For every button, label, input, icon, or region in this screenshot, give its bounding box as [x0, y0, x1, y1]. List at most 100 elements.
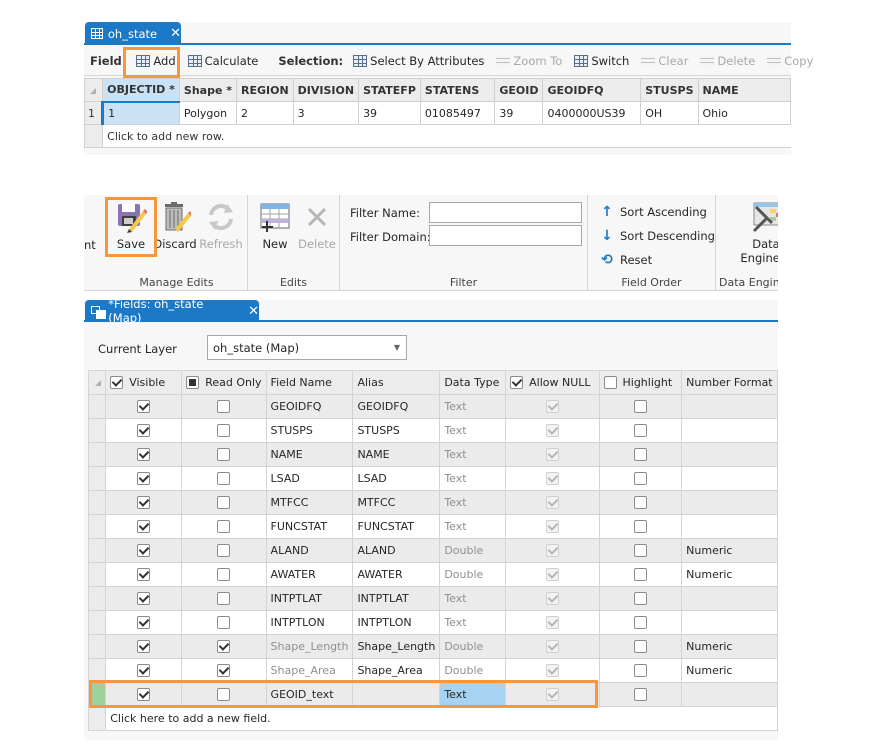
visible-cell[interactable] — [105, 586, 183, 611]
row-header[interactable] — [87, 442, 107, 467]
field-row[interactable]: FUNCSTAT FUNCSTAT Text — [87, 514, 778, 539]
read-only-cell[interactable] — [181, 490, 267, 515]
field-row[interactable]: INTPTLAT INTPTLAT Text — [87, 586, 778, 611]
field-row[interactable]: GEOID_text Text — [87, 682, 778, 707]
visible-all-checkbox[interactable] — [110, 376, 124, 389]
table-cell[interactable]: 39 — [494, 101, 544, 125]
allow-null-cell[interactable] — [505, 466, 600, 491]
field-name-cell[interactable]: ALAND — [265, 538, 354, 563]
tab-fields-oh-state[interactable]: *Fields: oh_state (Map) ✕ — [85, 297, 259, 325]
switch-selection-button[interactable]: Switch — [570, 50, 633, 72]
allow-null-cell[interactable] — [505, 682, 600, 707]
close-icon[interactable]: ✕ — [248, 304, 259, 319]
read-only-all-checkbox[interactable] — [186, 376, 200, 389]
highlight-cell[interactable] — [598, 418, 683, 443]
highlight-cell[interactable] — [598, 658, 683, 683]
highlight-checkbox[interactable] — [633, 664, 647, 678]
visible-cell[interactable] — [105, 682, 183, 707]
column-header[interactable]: Shape * — [178, 78, 237, 102]
column-header-data-type[interactable]: Data Type — [439, 370, 507, 395]
row-header[interactable] — [87, 466, 107, 491]
read-only-cell[interactable] — [181, 586, 267, 611]
field-row[interactable]: MTFCC MTFCC Text — [87, 490, 778, 515]
read-only-checkbox[interactable] — [217, 400, 231, 414]
read-only-checkbox[interactable] — [217, 568, 231, 582]
field-name-cell[interactable]: GEOID_text — [265, 682, 354, 707]
row-header[interactable] — [87, 514, 107, 539]
tab-oh-state[interactable]: oh_state ✕ — [85, 22, 181, 45]
visible-checkbox[interactable] — [137, 688, 151, 702]
zoom-to-button[interactable]: Zoom To — [492, 50, 566, 72]
visible-cell[interactable] — [105, 538, 183, 563]
number-format-cell[interactable]: Numeric — [681, 634, 778, 659]
allow-null-cell[interactable] — [505, 442, 600, 467]
highlight-checkbox[interactable] — [633, 568, 647, 582]
field-name-cell[interactable]: Shape_Length — [265, 634, 354, 659]
row-header[interactable] — [87, 538, 107, 563]
alias-cell[interactable]: INTPTLAT — [352, 586, 441, 611]
column-header-read-only[interactable]: Read Only — [181, 370, 267, 395]
column-header-number-format[interactable]: Number Format — [681, 370, 778, 395]
filter-domain-input[interactable] — [429, 225, 582, 246]
data-type-cell[interactable]: Text — [439, 442, 507, 467]
column-header[interactable]: NAME — [697, 78, 791, 102]
highlight-cell[interactable] — [598, 634, 683, 659]
column-header[interactable]: GEOIDFQ — [542, 78, 642, 102]
visible-checkbox[interactable] — [137, 400, 151, 414]
column-header-visible[interactable]: Visible — [105, 370, 183, 395]
number-format-cell[interactable]: Numeric — [681, 538, 778, 563]
number-format-cell[interactable] — [681, 610, 778, 635]
visible-checkbox[interactable] — [137, 472, 151, 486]
row-header[interactable] — [87, 394, 107, 419]
highlight-checkbox[interactable] — [633, 496, 647, 510]
column-header[interactable]: OBJECTID * — [102, 78, 180, 103]
visible-cell[interactable] — [105, 466, 183, 491]
field-name-cell[interactable]: AWATER — [265, 562, 354, 587]
highlight-checkbox[interactable] — [633, 400, 647, 414]
visible-cell[interactable] — [105, 490, 183, 515]
visible-cell[interactable] — [105, 442, 183, 467]
add-row[interactable]: Click to add new row. — [83, 124, 791, 148]
field-row[interactable]: NAME NAME Text — [87, 442, 778, 467]
table-cell[interactable]: Polygon — [178, 101, 237, 125]
visible-checkbox[interactable] — [137, 592, 151, 606]
add-new-field-link[interactable]: Click here to add a new field. — [105, 706, 778, 731]
table-cell[interactable]: 01085497 — [419, 101, 496, 125]
allow-null-cell[interactable] — [505, 538, 600, 563]
visible-cell[interactable] — [105, 394, 183, 419]
visible-cell[interactable] — [105, 658, 183, 683]
read-only-checkbox[interactable] — [217, 592, 231, 606]
read-only-cell[interactable] — [181, 634, 267, 659]
number-format-cell[interactable] — [681, 682, 778, 707]
visible-cell[interactable] — [105, 634, 183, 659]
select-by-attributes-button[interactable]: Select By Attributes — [349, 50, 488, 72]
column-header[interactable]: DIVISION — [292, 78, 360, 102]
number-format-cell[interactable] — [681, 418, 778, 443]
data-type-cell[interactable]: Double — [439, 634, 507, 659]
read-only-checkbox[interactable] — [217, 472, 231, 486]
add-field-button[interactable]: Add — [132, 50, 179, 72]
allow-null-cell[interactable] — [505, 394, 600, 419]
data-type-cell[interactable]: Text — [439, 394, 507, 419]
number-format-cell[interactable]: Numeric — [681, 658, 778, 683]
highlight-cell[interactable] — [598, 610, 683, 635]
alias-cell[interactable]: INTPTLON — [352, 610, 441, 635]
reset-order-button[interactable]: ⟲ Reset — [600, 252, 652, 268]
highlight-all-checkbox[interactable] — [603, 376, 617, 389]
alias-cell[interactable]: LSAD — [352, 466, 441, 491]
highlight-checkbox[interactable] — [633, 424, 647, 438]
field-row[interactable]: GEOIDFQ GEOIDFQ Text — [87, 394, 778, 419]
visible-cell[interactable] — [105, 514, 183, 539]
read-only-checkbox[interactable] — [217, 448, 231, 462]
highlight-checkbox[interactable] — [633, 472, 647, 486]
highlight-cell[interactable] — [598, 490, 683, 515]
discard-button[interactable]: Discard — [152, 201, 198, 251]
read-only-cell[interactable] — [181, 442, 267, 467]
number-format-cell[interactable]: Numeric — [681, 562, 778, 587]
field-name-cell[interactable]: FUNCSTAT — [265, 514, 354, 539]
current-layer-dropdown[interactable]: oh_state (Map) ▼ — [207, 335, 407, 360]
read-only-cell[interactable] — [181, 658, 267, 683]
row-header[interactable] — [87, 586, 107, 611]
alias-cell[interactable]: FUNCSTAT — [352, 514, 441, 539]
sort-descending-button[interactable]: ↓ Sort Descending — [600, 228, 715, 244]
